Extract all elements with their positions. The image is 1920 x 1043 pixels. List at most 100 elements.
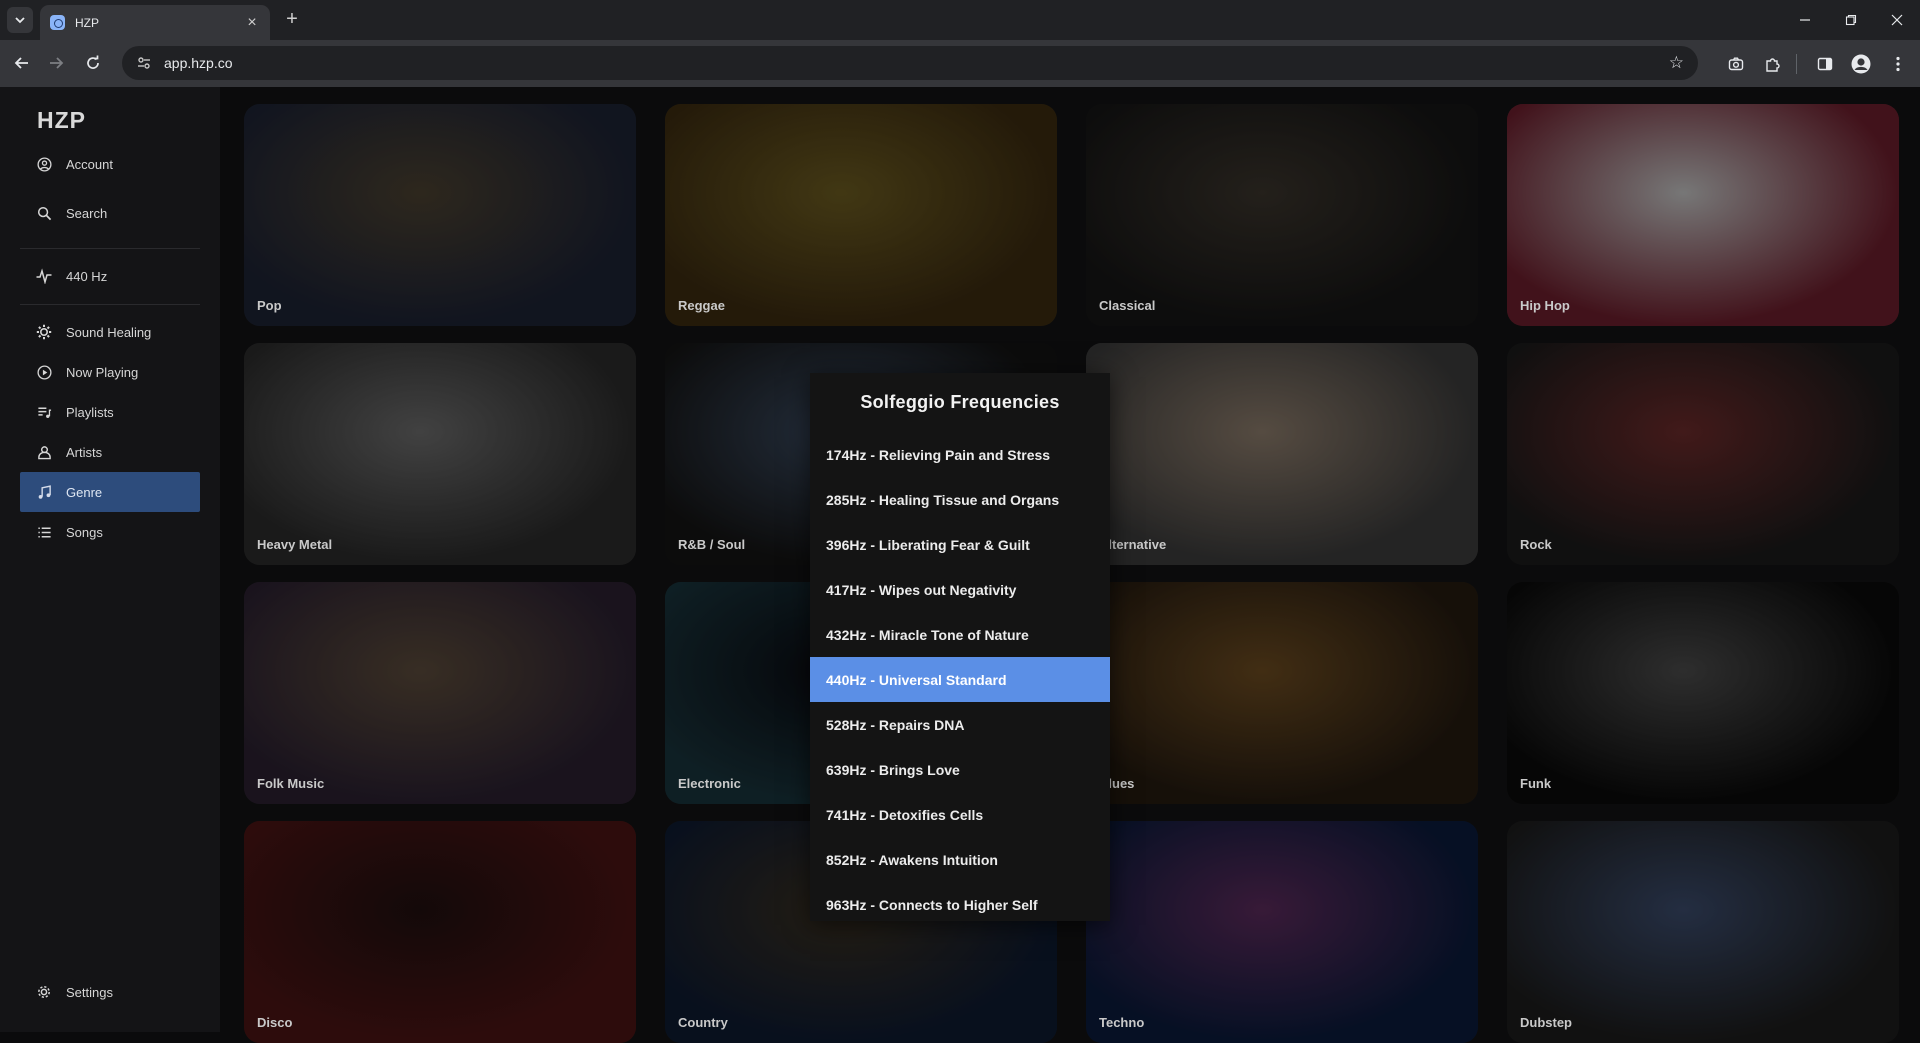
card-overlay bbox=[1507, 104, 1899, 326]
sidebar-item-label: Artists bbox=[66, 444, 103, 460]
minimize-icon bbox=[1800, 19, 1810, 21]
genre-card-label: Hip Hop bbox=[1520, 298, 1570, 313]
sidebar-divider bbox=[20, 304, 200, 305]
card-overlay bbox=[1086, 582, 1478, 804]
card-overlay bbox=[1086, 104, 1478, 326]
card-overlay bbox=[244, 343, 636, 565]
sidebar-item-label: Search bbox=[66, 205, 108, 221]
sidebar-item-now-playing[interactable]: Now Playing bbox=[20, 352, 200, 392]
reload-button[interactable] bbox=[80, 50, 106, 76]
genre-card-label: Heavy Metal bbox=[257, 537, 333, 552]
card-overlay bbox=[244, 582, 636, 804]
genre-card[interactable]: Hip Hop bbox=[1507, 104, 1899, 326]
tab-title: HZP bbox=[75, 15, 99, 30]
app-root: HZP Account Search 440 Hz Sound Healing … bbox=[0, 87, 1920, 1043]
genre-card[interactable]: Pop bbox=[244, 104, 636, 326]
gear-icon bbox=[36, 324, 52, 340]
tab-search-button[interactable] bbox=[7, 7, 33, 33]
card-overlay bbox=[1086, 343, 1478, 565]
card-overlay bbox=[244, 821, 636, 1043]
sidebar-item-sound-healing[interactable]: Sound Healing bbox=[20, 312, 200, 352]
genre-card-label: Disco bbox=[257, 1015, 293, 1030]
genre-card[interactable]: Heavy Metal bbox=[244, 343, 636, 565]
sidebar-item-artists[interactable]: Artists bbox=[20, 432, 200, 472]
new-tab-button[interactable]: + bbox=[280, 8, 304, 32]
browser-menu-icon[interactable] bbox=[1886, 52, 1910, 76]
sidebar-item-label: Genre bbox=[66, 484, 103, 500]
settings-gear-icon bbox=[36, 984, 52, 1000]
arrow-right-icon bbox=[50, 57, 64, 69]
genre-card-label: Country bbox=[678, 1015, 728, 1030]
frequency-option[interactable]: 639Hz - Brings Love bbox=[810, 747, 1110, 792]
search-icon bbox=[36, 205, 52, 221]
genre-card-label: Folk Music bbox=[257, 776, 325, 791]
card-overlay bbox=[1507, 343, 1899, 565]
genre-card-label: R&B / Soul bbox=[678, 537, 746, 552]
frequency-option[interactable]: 963Hz - Connects to Higher Self bbox=[810, 882, 1110, 927]
frequency-option[interactable]: 440Hz - Universal Standard bbox=[810, 657, 1110, 702]
side-panel-icon[interactable] bbox=[1813, 52, 1837, 76]
genre-card[interactable]: Blues bbox=[1086, 582, 1478, 804]
screenshot-extension-icon[interactable] bbox=[1724, 52, 1748, 76]
url-text[interactable]: app.hzp.co bbox=[164, 55, 233, 71]
genre-card[interactable]: Folk Music bbox=[244, 582, 636, 804]
sidebar: HZP Account Search 440 Hz Sound Healing … bbox=[0, 87, 220, 1032]
sidebar-item-label: Sound Healing bbox=[66, 324, 152, 340]
back-button[interactable] bbox=[9, 50, 35, 76]
close-tab-icon[interactable]: × bbox=[244, 14, 260, 32]
sidebar-item-label: 440 Hz bbox=[66, 268, 108, 284]
frequency-option[interactable]: 285Hz - Healing Tissue and Organs bbox=[810, 477, 1110, 522]
genre-card-label: Pop bbox=[257, 298, 282, 313]
genre-card[interactable]: Reggae bbox=[665, 104, 1057, 326]
sidebar-item-search[interactable]: Search bbox=[20, 193, 200, 233]
toolbar-divider bbox=[1796, 54, 1797, 74]
sidebar-item-settings[interactable]: Settings bbox=[20, 972, 200, 1012]
person-icon bbox=[36, 444, 52, 460]
close-window-button[interactable] bbox=[1874, 0, 1920, 40]
genre-card-label: Classical bbox=[1099, 298, 1156, 313]
frequency-option[interactable]: 741Hz - Detoxifies Cells bbox=[810, 792, 1110, 837]
card-overlay bbox=[1507, 582, 1899, 804]
genre-card-label: Dubstep bbox=[1520, 1015, 1572, 1030]
genre-card[interactable]: Alternative bbox=[1086, 343, 1478, 565]
genre-card[interactable]: Classical bbox=[1086, 104, 1478, 326]
restore-icon bbox=[1845, 14, 1857, 26]
sidebar-item-label: Settings bbox=[66, 984, 113, 1000]
play-circle-icon bbox=[36, 364, 52, 380]
genre-card[interactable]: Rock bbox=[1507, 343, 1899, 565]
bookmark-star-icon[interactable]: ☆ bbox=[1669, 53, 1684, 73]
restore-button[interactable] bbox=[1828, 0, 1874, 40]
sidebar-item-label: Account bbox=[66, 156, 113, 172]
close-icon bbox=[1891, 14, 1903, 26]
forward-button[interactable] bbox=[43, 50, 69, 76]
address-bar[interactable]: app.hzp.co ☆ bbox=[122, 46, 1698, 80]
card-overlay bbox=[244, 104, 636, 326]
extensions-puzzle-icon[interactable] bbox=[1760, 52, 1784, 76]
sidebar-item-genre[interactable]: Genre bbox=[20, 472, 200, 512]
frequency-option[interactable]: 174Hz - Relieving Pain and Stress bbox=[810, 432, 1110, 477]
sidebar-item-label: Playlists bbox=[66, 404, 114, 420]
profile-avatar-icon[interactable] bbox=[1849, 52, 1873, 76]
sidebar-item-songs[interactable]: Songs bbox=[20, 512, 200, 552]
solfeggio-dropdown: Solfeggio Frequencies 174Hz - Relieving … bbox=[810, 373, 1110, 921]
music-note-icon bbox=[36, 484, 52, 500]
app-logo[interactable]: HZP bbox=[37, 107, 86, 134]
genre-card[interactable]: Disco bbox=[244, 821, 636, 1043]
genre-card[interactable]: Funk bbox=[1507, 582, 1899, 804]
site-favicon-icon bbox=[50, 15, 65, 30]
frequency-option[interactable]: 852Hz - Awakens Intuition bbox=[810, 837, 1110, 882]
sidebar-item-playlists[interactable]: Playlists bbox=[20, 392, 200, 432]
list-icon bbox=[36, 524, 52, 540]
minimize-button[interactable] bbox=[1782, 0, 1828, 40]
sidebar-item-account[interactable]: Account bbox=[20, 144, 200, 184]
sidebar-item-tuning[interactable]: 440 Hz bbox=[20, 256, 200, 296]
frequency-option[interactable]: 528Hz - Repairs DNA bbox=[810, 702, 1110, 747]
genre-card[interactable]: Dubstep bbox=[1507, 821, 1899, 1043]
genre-card[interactable]: Techno bbox=[1086, 821, 1478, 1043]
browser-tab[interactable]: HZP × bbox=[40, 5, 270, 40]
frequency-option[interactable]: 417Hz - Wipes out Negativity bbox=[810, 567, 1110, 612]
genre-card-label: Funk bbox=[1520, 776, 1552, 791]
frequency-option[interactable]: 432Hz - Miracle Tone of Nature bbox=[810, 612, 1110, 657]
frequency-option[interactable]: 396Hz - Liberating Fear & Guilt bbox=[810, 522, 1110, 567]
site-info-icon[interactable] bbox=[134, 53, 154, 73]
